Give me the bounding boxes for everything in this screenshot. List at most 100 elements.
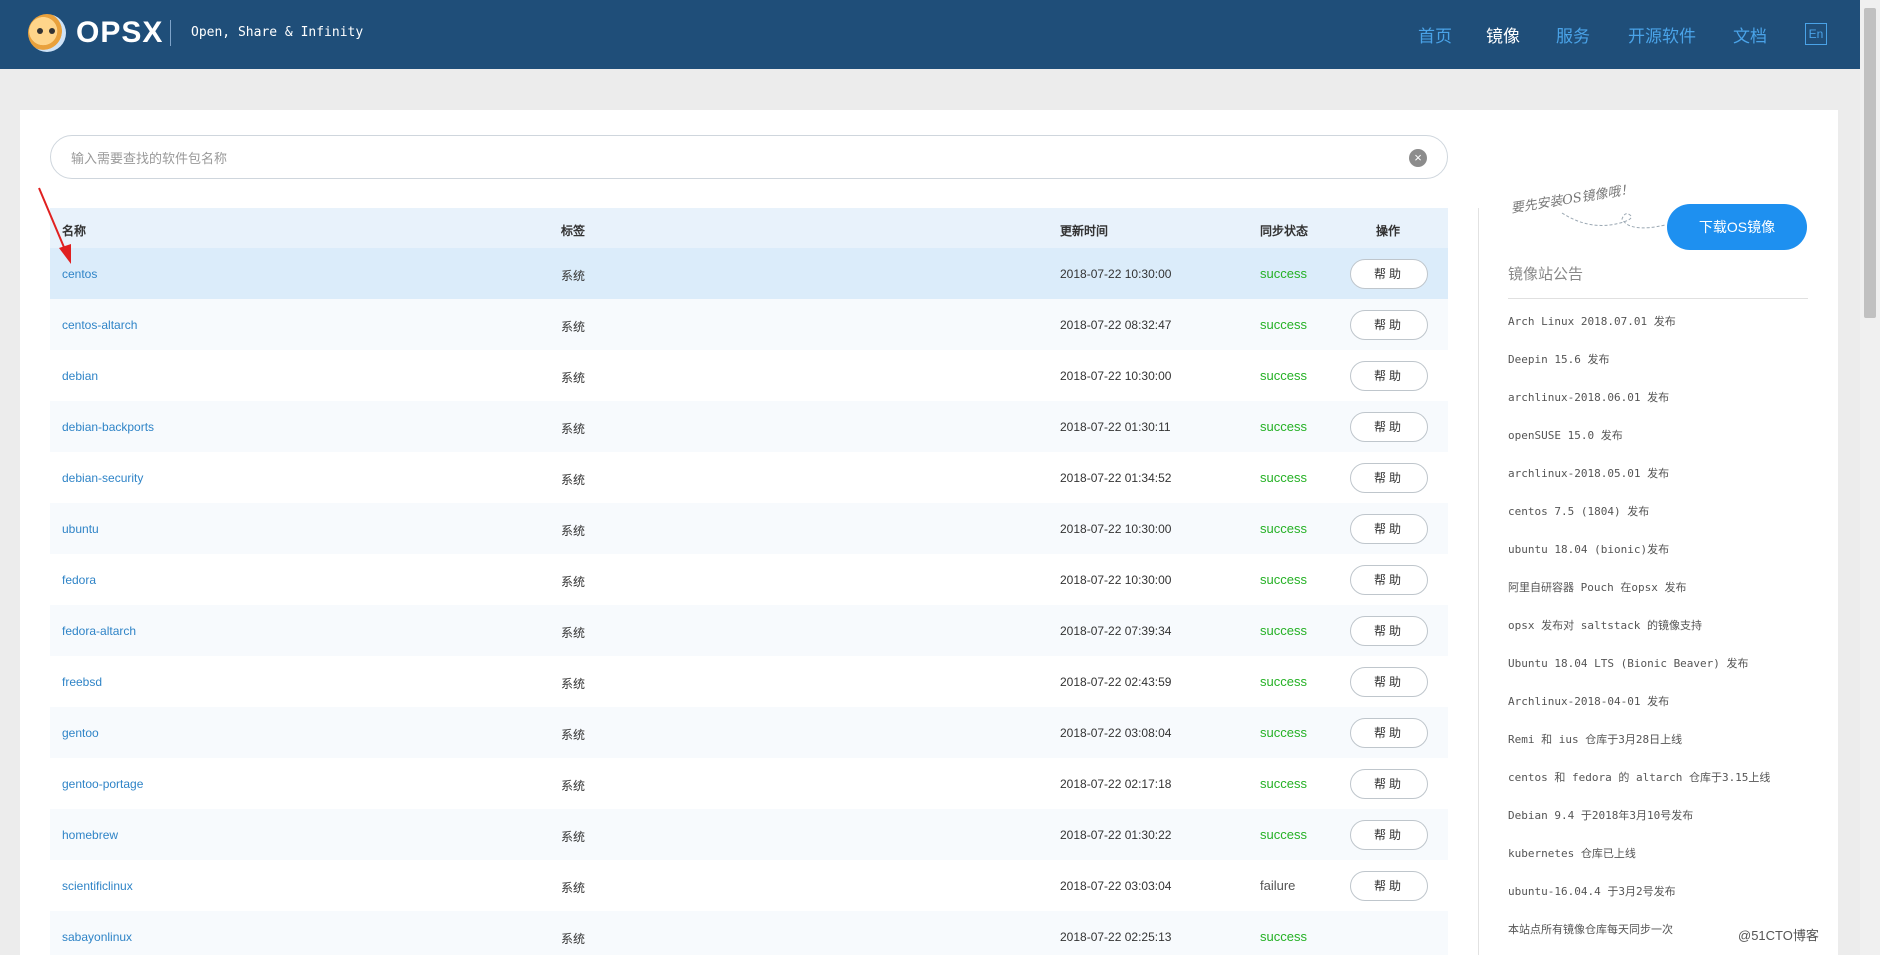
table-row: sabayonlinux 系统 2018-07-22 02:25:13 success: [50, 911, 1448, 955]
nav-mirrors[interactable]: 镜像: [1486, 22, 1520, 47]
mirror-name-link[interactable]: fedora-altarch: [62, 624, 136, 638]
mirror-update-time: 2018-07-22 01:34:52: [1060, 471, 1172, 485]
notice-item[interactable]: kubernetes 仓库已上线: [1508, 845, 1636, 861]
help-button[interactable]: 帮助: [1350, 616, 1428, 646]
mirror-name-link[interactable]: fedora: [62, 573, 96, 587]
mirror-name-link[interactable]: centos-altarch: [62, 318, 137, 332]
help-button[interactable]: 帮助: [1350, 412, 1428, 442]
notice-divider: [1508, 298, 1808, 299]
opsx-logo-icon[interactable]: [28, 14, 66, 52]
sync-status: success: [1260, 623, 1307, 638]
mirror-update-time: 2018-07-22 08:32:47: [1060, 318, 1172, 332]
mirror-name-link[interactable]: debian-backports: [62, 420, 154, 434]
notice-item[interactable]: 本站点所有镜像仓库每天同步一次: [1508, 921, 1673, 937]
help-button[interactable]: 帮助: [1350, 310, 1428, 340]
help-button[interactable]: 帮助: [1350, 259, 1428, 289]
mirror-name-link[interactable]: freebsd: [62, 675, 102, 689]
brand-name[interactable]: OPSX: [76, 16, 163, 50]
help-button[interactable]: 帮助: [1350, 820, 1428, 850]
help-button[interactable]: 帮助: [1350, 514, 1428, 544]
notice-item[interactable]: archlinux-2018.06.01 发布: [1508, 389, 1669, 405]
table-row: fedora 系统 2018-07-22 10:30:00 success 帮助: [50, 554, 1448, 605]
mirror-tag: 系统: [561, 320, 586, 334]
notice-item[interactable]: Arch Linux 2018.07.01 发布: [1508, 313, 1676, 329]
notice-item[interactable]: openSUSE 15.0 发布: [1508, 427, 1623, 443]
notice-item[interactable]: Ubuntu 18.04 LTS (Bionic Beaver) 发布: [1508, 655, 1749, 671]
mirror-tag: 系统: [561, 626, 586, 640]
mirror-tag: 系统: [561, 779, 586, 793]
sync-status: success: [1260, 470, 1307, 485]
sync-status: failure: [1260, 878, 1296, 893]
nav-home[interactable]: 首页: [1418, 22, 1452, 47]
mirror-update-time: 2018-07-22 10:30:00: [1060, 267, 1172, 281]
help-button[interactable]: 帮助: [1350, 667, 1428, 697]
notice-item[interactable]: centos 7.5 (1804) 发布: [1508, 503, 1649, 519]
mirror-name-link[interactable]: sabayonlinux: [62, 930, 132, 944]
package-search-input[interactable]: [71, 147, 1371, 169]
mirror-tag: 系统: [561, 830, 586, 844]
hint-curve-decoration: [1561, 212, 1666, 229]
mirror-name-link[interactable]: debian: [62, 369, 98, 383]
notice-item[interactable]: 阿里自研容器 Pouch 在opsx 发布: [1508, 579, 1686, 595]
mirror-tag: 系统: [561, 728, 586, 742]
mirror-update-time: 2018-07-22 02:25:13: [1060, 930, 1172, 944]
mirror-name-link[interactable]: gentoo: [62, 726, 99, 740]
notice-item[interactable]: Archlinux-2018-04-01 发布: [1508, 693, 1669, 709]
help-button[interactable]: 帮助: [1350, 769, 1428, 799]
sync-status: success: [1260, 674, 1307, 689]
notice-item[interactable]: archlinux-2018.05.01 发布: [1508, 465, 1669, 481]
mirror-name-link[interactable]: ubuntu: [62, 522, 99, 536]
mirror-tag: 系统: [561, 371, 586, 385]
top-navbar: OPSX Open, Share & Infinity 首页 镜像 服务 开源软…: [0, 0, 1860, 69]
nav-services[interactable]: 服务: [1556, 22, 1590, 47]
mirror-update-time: 2018-07-22 01:30:22: [1060, 828, 1172, 842]
page-scrollbar[interactable]: [1860, 0, 1880, 955]
help-button[interactable]: 帮助: [1350, 871, 1428, 901]
language-toggle-button[interactable]: En: [1805, 23, 1827, 45]
help-button[interactable]: 帮助: [1350, 565, 1428, 595]
mirror-name-link[interactable]: gentoo-portage: [62, 777, 143, 791]
mirror-name-link[interactable]: debian-security: [62, 471, 143, 485]
mirror-name-link[interactable]: scientificlinux: [62, 879, 133, 893]
mirror-tag: 系统: [561, 269, 586, 283]
sync-status: success: [1260, 419, 1307, 434]
notice-item[interactable]: centos 和 fedora 的 altarch 仓库于3.15上线: [1508, 769, 1770, 785]
sync-status: success: [1260, 317, 1307, 332]
header-update-time: 更新时间: [1060, 224, 1109, 238]
red-arrow-icon: [38, 187, 71, 264]
help-button[interactable]: 帮助: [1350, 463, 1428, 493]
notice-item[interactable]: Debian 9.4 于2018年3月10号发布: [1508, 807, 1693, 823]
mirror-name-link[interactable]: homebrew: [62, 828, 118, 842]
mirror-tag: 系统: [561, 575, 586, 589]
mirror-update-time: 2018-07-22 02:43:59: [1060, 675, 1172, 689]
mirror-tag: 系统: [561, 473, 586, 487]
table-row: debian-backports 系统 2018-07-22 01:30:11 suc…: [50, 401, 1448, 452]
mirror-tag: 系统: [561, 422, 586, 436]
mirror-name-link[interactable]: centos: [62, 267, 97, 281]
help-button[interactable]: 帮助: [1350, 361, 1428, 391]
notice-item[interactable]: ubuntu-16.04.4 于3月2号发布: [1508, 883, 1676, 899]
table-header: 名称 标签 更新时间 同步状态 操作: [50, 208, 1448, 248]
nav-open-source[interactable]: 开源软件: [1628, 22, 1696, 47]
notice-item[interactable]: ubuntu 18.04 (bionic)发布: [1508, 541, 1669, 557]
sync-status: success: [1260, 368, 1307, 383]
brand-divider: [170, 20, 171, 46]
watermark: @51CTO博客: [1738, 928, 1819, 943]
table-row: freebsd 系统 2018-07-22 02:43:59 success 帮助: [50, 656, 1448, 707]
table-row: debian-security 系统 2018-07-22 01:34:52 succ…: [50, 452, 1448, 503]
table-row: gentoo-portage 系统 2018-07-22 02:17:18 succe…: [50, 758, 1448, 809]
sync-status: success: [1260, 827, 1307, 842]
table-row: fedora-altarch 系统 2018-07-22 07:39:34 succe…: [50, 605, 1448, 656]
mirror-tag: 系统: [561, 677, 586, 691]
nav-docs[interactable]: 文档: [1733, 22, 1767, 47]
scrollbar-thumb[interactable]: [1864, 8, 1876, 318]
brand-tagline: Open, Share & Infinity: [191, 25, 364, 40]
notice-item[interactable]: Deepin 15.6 发布: [1508, 351, 1609, 367]
notice-item[interactable]: opsx 发布对 saltstack 的镜像支持: [1508, 617, 1702, 633]
sync-status: success: [1260, 572, 1307, 587]
notice-title: 镜像站公告: [1508, 266, 1584, 283]
download-os-image-button[interactable]: 下载OS镜像: [1667, 204, 1807, 250]
clear-icon[interactable]: ×: [1409, 149, 1427, 167]
help-button[interactable]: 帮助: [1350, 718, 1428, 748]
notice-item[interactable]: Remi 和 ius 仓库于3月28日上线: [1508, 731, 1682, 747]
